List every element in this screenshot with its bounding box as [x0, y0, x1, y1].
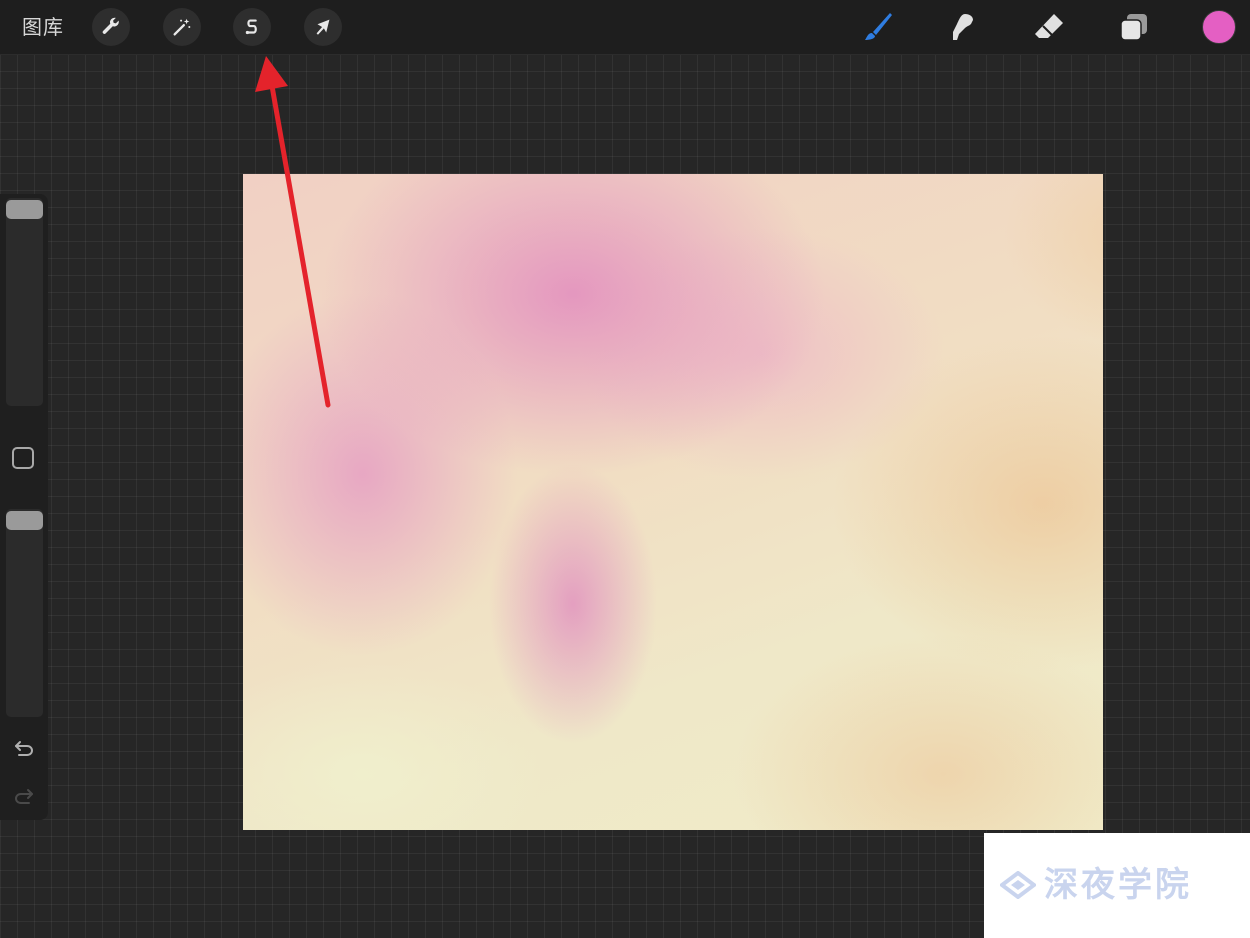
watermark: 深夜学院: [984, 833, 1250, 938]
watermark-logo-icon: [1000, 871, 1036, 899]
watermark-text: 深夜学院: [1044, 865, 1192, 905]
annotation-arrow: [255, 56, 331, 408]
